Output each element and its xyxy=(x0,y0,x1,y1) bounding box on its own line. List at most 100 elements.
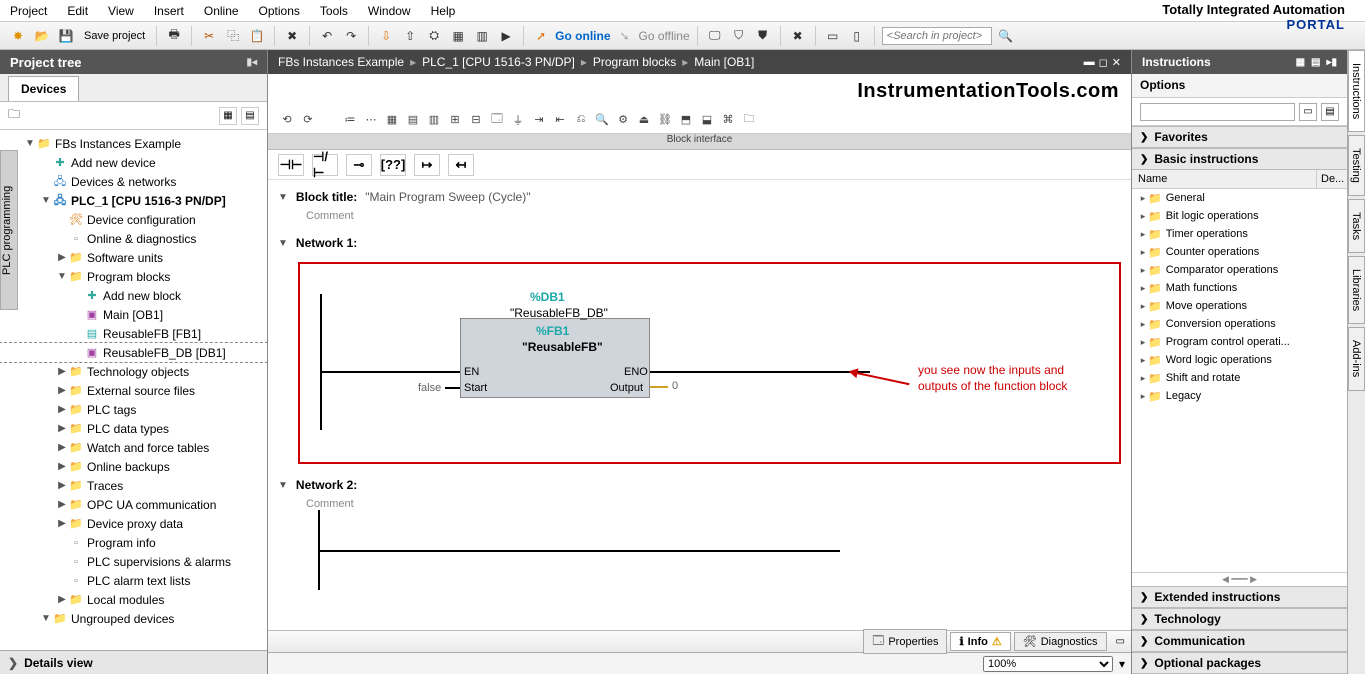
collapse-icon[interactable]: ▸▮ xyxy=(1326,57,1337,68)
tab-info[interactable]: ℹInfo ⚠ xyxy=(950,632,1010,651)
et-icon[interactable]: 🗔 xyxy=(488,111,506,129)
ladder-box-icon[interactable]: [??] xyxy=(380,154,406,176)
et-icon[interactable]: ⊞ xyxy=(446,111,464,129)
et-icon[interactable]: 🔍 xyxy=(593,111,611,129)
et-icon[interactable]: ⬒ xyxy=(677,111,695,129)
tab-devices[interactable]: Devices xyxy=(8,76,79,101)
print-icon[interactable]: 🖶 xyxy=(164,26,184,46)
section-communication[interactable]: ❯Communication xyxy=(1132,630,1347,652)
project-tree[interactable]: ▼📁FBs Instances Example✚Add new device🖧D… xyxy=(0,130,267,650)
et-icon[interactable]: ⊟ xyxy=(467,111,485,129)
menu-view[interactable]: View xyxy=(108,4,134,18)
et-icon[interactable]: ▥ xyxy=(425,111,443,129)
go-online-icon[interactable]: ➚ xyxy=(531,26,551,46)
download-icon[interactable]: ⇩ xyxy=(376,26,396,46)
simulation-icon[interactable]: ▥ xyxy=(472,26,492,46)
block-comment[interactable]: Comment xyxy=(278,210,1121,222)
tree-item[interactable]: ▶📁Local modules xyxy=(0,590,267,609)
menu-online[interactable]: Online xyxy=(204,4,239,18)
split-v-icon[interactable]: ▯ xyxy=(847,26,867,46)
instruction-folder[interactable]: ▸📁Bit logic operations xyxy=(1132,207,1347,225)
block-interface-bar[interactable]: Block interface xyxy=(268,134,1131,150)
instruction-folder[interactable]: ▸📁Program control operati... xyxy=(1132,333,1347,351)
tree-view2-icon[interactable]: ▤ xyxy=(241,107,259,125)
crumb-plc[interactable]: PLC_1 [CPU 1516-3 PN/DP] xyxy=(422,55,575,69)
go-online-button[interactable]: Go online xyxy=(555,29,610,43)
instruction-folder[interactable]: ▸📁Timer operations xyxy=(1132,225,1347,243)
et-icon[interactable]: ▦ xyxy=(383,111,401,129)
cross-ref-icon[interactable]: ⛊ xyxy=(753,26,773,46)
zoom-dropdown-icon[interactable]: ▾ xyxy=(1119,657,1125,671)
win-close-icon[interactable]: ✕ xyxy=(1112,56,1121,69)
win-max-icon[interactable]: ◻ xyxy=(1099,56,1108,69)
open-project-icon[interactable]: 📂 xyxy=(32,26,52,46)
crumb-project[interactable]: FBs Instances Example xyxy=(278,55,404,69)
menu-edit[interactable]: Edit xyxy=(67,4,88,18)
et-icon[interactable]: ⟲ xyxy=(278,111,296,129)
tree-item[interactable]: ▶📁PLC tags xyxy=(0,400,267,419)
tree-item[interactable]: ▶📁External source files xyxy=(0,381,267,400)
instruction-folder[interactable]: ▸📁Comparator operations xyxy=(1132,261,1347,279)
et-icon[interactable]: ⚙ xyxy=(614,111,632,129)
et-icon[interactable]: ⛓ xyxy=(656,111,674,129)
tree-item[interactable]: ▶📁Software units xyxy=(0,248,267,267)
menu-window[interactable]: Window xyxy=(368,4,411,18)
vtab-testing[interactable]: Testing xyxy=(1348,135,1365,196)
search-input[interactable] xyxy=(882,27,992,45)
instruction-folder[interactable]: ▸📁Legacy xyxy=(1132,387,1347,405)
zoom-select[interactable]: 100% xyxy=(983,656,1113,672)
inspector-collapse-icon[interactable]: ▭ xyxy=(1116,636,1125,647)
et-icon[interactable]: ⌘ xyxy=(719,111,737,129)
et-icon[interactable]: ≔ xyxy=(341,111,359,129)
ladder-contact-no-icon[interactable]: ⊣⊢ xyxy=(278,154,304,176)
section-extended[interactable]: ❯Extended instructions xyxy=(1132,586,1347,608)
et-icon[interactable]: ⟳ xyxy=(299,111,317,129)
upload-icon[interactable]: ⇧ xyxy=(400,26,420,46)
tree-refresh-icon[interactable]: 🗀 xyxy=(8,105,20,126)
tree-item[interactable]: ▫PLC alarm text lists xyxy=(0,571,267,590)
new-project-icon[interactable]: ✸ xyxy=(8,26,28,46)
tree-item[interactable]: ▼🖧PLC_1 [CPU 1516-3 PN/DP] xyxy=(0,191,267,210)
section-favorites[interactable]: ❯Favorites xyxy=(1132,126,1347,148)
col-name[interactable]: Name xyxy=(1132,170,1317,188)
et-icon[interactable]: ⬓ xyxy=(698,111,716,129)
section-basic[interactable]: ❯Basic instructions xyxy=(1132,148,1347,170)
vtab-libraries[interactable]: Libraries xyxy=(1348,256,1365,324)
tree-item[interactable]: ▼📁FBs Instances Example xyxy=(0,134,267,153)
tree-item[interactable]: ▣Main [OB1] xyxy=(0,305,267,324)
collapse-icon[interactable]: ▼ xyxy=(278,238,288,249)
tree-item[interactable]: ✚Add new block xyxy=(0,286,267,305)
ladder-branch-open-icon[interactable]: ↦ xyxy=(414,154,440,176)
ladder-contact-nc-icon[interactable]: ⊣/⊢ xyxy=(312,154,338,176)
section-technology[interactable]: ❯Technology xyxy=(1132,608,1347,630)
fb-start-value[interactable]: false xyxy=(418,382,441,394)
accessible-icon[interactable]: ⛉ xyxy=(729,26,749,46)
network2-comment[interactable]: Comment xyxy=(278,498,1121,510)
instruction-folder[interactable]: ▸📁Counter operations xyxy=(1132,243,1347,261)
tab-diagnostics[interactable]: 🛠Diagnostics xyxy=(1014,632,1107,651)
filter-icon[interactable]: ▭ xyxy=(1299,103,1317,121)
fb-pin-en[interactable]: EN xyxy=(464,366,479,378)
go-offline-icon[interactable]: ➘ xyxy=(615,26,635,46)
tree-item[interactable]: 🛠Device configuration xyxy=(0,210,267,229)
instruction-search-input[interactable] xyxy=(1140,103,1295,121)
menu-project[interactable]: Project xyxy=(10,4,47,18)
block-title-row[interactable]: ▼ Block title: "Main Program Sweep (Cycl… xyxy=(278,186,1121,208)
tree-item[interactable]: ▶📁OPC UA communication xyxy=(0,495,267,514)
fb-pin-eno[interactable]: ENO xyxy=(624,366,648,378)
vtab-tasks[interactable]: Tasks xyxy=(1348,199,1365,253)
tree-item[interactable]: ▫PLC supervisions & alarms xyxy=(0,552,267,571)
et-icon[interactable]: 🗀 xyxy=(740,111,758,129)
crumb-main[interactable]: Main [OB1] xyxy=(694,55,754,69)
menu-tools[interactable]: Tools xyxy=(320,4,348,18)
save-icon[interactable]: 💾 xyxy=(56,26,76,46)
tab-properties[interactable]: 🗔Properties xyxy=(863,629,947,654)
ladder-coil-icon[interactable]: ⊸ xyxy=(346,154,372,176)
compile-all-icon[interactable]: ▦ xyxy=(448,26,468,46)
collapse-icon[interactable]: ▮◂ xyxy=(246,57,257,68)
vtab-instructions[interactable]: Instructions xyxy=(1348,50,1365,132)
editor-body[interactable]: ▼ Block title: "Main Program Sweep (Cycl… xyxy=(268,180,1131,652)
tree-item[interactable]: ▶📁Technology objects xyxy=(0,362,267,381)
redo-icon[interactable]: ↷ xyxy=(341,26,361,46)
crumb-blocks[interactable]: Program blocks xyxy=(593,55,676,69)
